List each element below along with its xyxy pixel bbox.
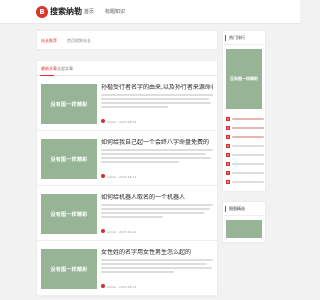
nav-item-knowledge[interactable]: 标题知识	[105, 8, 125, 15]
thumbnail-text: 没有图一样精彩	[50, 156, 88, 163]
breadcrumb: 站长推荐 首页搜狗站长	[36, 30, 218, 50]
item-title-line	[232, 127, 264, 129]
rank-number: 4	[226, 144, 230, 148]
recommend-thumbnail[interactable]	[226, 220, 262, 238]
rank-number: 2	[226, 126, 230, 130]
nav-item-home[interactable]: 首页	[84, 8, 94, 15]
post-excerpt	[101, 204, 213, 222]
list-item[interactable]: 8	[226, 178, 264, 187]
item-title-line	[232, 181, 264, 183]
post-thumbnail[interactable]: 没有图一样精彩	[41, 249, 97, 289]
article-tabs: 最新文章 全部文章	[36, 60, 218, 76]
item-title-line	[232, 154, 264, 156]
post-date: 2023-06-12	[119, 120, 137, 124]
box-title: 图图精选	[229, 206, 245, 211]
rank-number: 7	[226, 171, 230, 175]
recommend-box: 图图精选	[222, 201, 266, 243]
list-item[interactable]: 4	[226, 142, 264, 151]
post-excerpt	[101, 94, 213, 112]
header-accent-bar	[225, 35, 226, 41]
avatar	[101, 174, 105, 178]
avatar	[101, 284, 105, 288]
box-title: 热门排行	[229, 35, 245, 40]
thumbnail-text: 没有图一样精彩	[50, 211, 88, 218]
list-item[interactable]: 6	[226, 160, 264, 169]
list-item[interactable]: 没有图一样精彩 孙楷受行者名字的由来,以及孙行者来源命名的 admin 2023-…	[37, 76, 217, 131]
rank-number: 5	[226, 153, 230, 157]
item-title-line	[232, 172, 264, 174]
thumbnail-text: 没有图一样精彩	[50, 101, 88, 108]
featured-thumbnail[interactable]: 没有图一样精彩	[226, 49, 262, 109]
thumbnail-text: 没有图一样精彩	[230, 76, 258, 81]
list-item[interactable]: 没有图一样精彩 如何给我自己起一个会终八字命盘免费的 admin 2023-06-…	[37, 131, 217, 186]
post-author[interactable]: admin	[107, 120, 116, 124]
main-column: 站长推荐 首页搜狗站长 最新文章 全部文章 没有图一样精彩 孙楷受行者名字的由来…	[36, 30, 218, 297]
rank-number: 1	[226, 117, 230, 121]
post-thumbnail[interactable]: 没有图一样精彩	[41, 194, 97, 234]
breadcrumb-current[interactable]: 站长推荐	[41, 38, 57, 44]
site-name[interactable]: 搜索纳勒	[50, 6, 82, 18]
post-author[interactable]: admin	[107, 175, 116, 179]
list-item[interactable]: 没有图一样精彩 如何给机器人取名的一个机器人 admin 2023-06-12	[37, 186, 217, 241]
post-author[interactable]: admin	[107, 285, 116, 289]
list-item[interactable]: 没有图一样精彩 女性姓的名字用女性男生怎么起的 admin 2023-06-12	[37, 241, 217, 296]
top-bar: B 搜索纳勒 首页 标题知识	[0, 0, 300, 24]
breadcrumb-path[interactable]: 首页搜狗站长	[67, 38, 91, 44]
list-item[interactable]: 3	[226, 133, 264, 142]
post-title[interactable]: 孙楷受行者名字的由来,以及孙行者来源命名的	[101, 84, 213, 92]
post-title[interactable]: 如何给我自己起一个会终八字命盘免费的	[101, 139, 213, 147]
post-author[interactable]: admin	[107, 230, 116, 234]
post-thumbnail[interactable]: 没有图一样精彩	[41, 139, 97, 179]
hot-list: 1 2 3 4 5 6 7 8	[223, 113, 265, 191]
post-excerpt	[101, 259, 213, 277]
rank-number: 6	[226, 162, 230, 166]
post-excerpt	[101, 149, 213, 167]
rank-number: 8	[226, 180, 230, 184]
article-list: 没有图一样精彩 孙楷受行者名字的由来,以及孙行者来源命名的 admin 2023-…	[36, 76, 218, 297]
item-title-line	[232, 163, 264, 165]
box-header: 图图精选	[223, 202, 265, 216]
hot-ranking-box: 热门排行 没有图一样精彩 1 2 3 4 5 6 7 8	[222, 30, 266, 192]
rank-number: 3	[226, 135, 230, 139]
list-item[interactable]: 5	[226, 151, 264, 160]
item-title-line	[232, 136, 264, 138]
tab-latest[interactable]: 最新文章	[41, 66, 57, 72]
avatar	[101, 229, 105, 233]
post-title[interactable]: 女性姓的名字用女性男生怎么起的	[101, 249, 213, 257]
post-title[interactable]: 如何给机器人取名的一个机器人	[101, 194, 213, 202]
header-accent-bar	[225, 206, 226, 212]
thumbnail-text: 没有图一样精彩	[50, 266, 88, 273]
list-item[interactable]: 2	[226, 124, 264, 133]
post-date: 2023-06-12	[119, 230, 137, 234]
site-logo[interactable]: B	[36, 6, 48, 18]
post-thumbnail[interactable]: 没有图一样精彩	[41, 84, 97, 124]
post-date: 2023-06-12	[119, 175, 137, 179]
list-item[interactable]: 7	[226, 169, 264, 178]
post-date: 2023-06-12	[119, 285, 137, 289]
box-header: 热门排行	[223, 31, 265, 45]
list-item[interactable]: 1	[226, 115, 264, 124]
tab-all[interactable]: 全部文章	[57, 66, 73, 72]
avatar	[101, 119, 105, 123]
item-title-line	[232, 145, 264, 147]
sidebar: 热门排行 没有图一样精彩 1 2 3 4 5 6 7 8 图图精选	[222, 30, 266, 252]
item-title-line	[232, 118, 264, 120]
